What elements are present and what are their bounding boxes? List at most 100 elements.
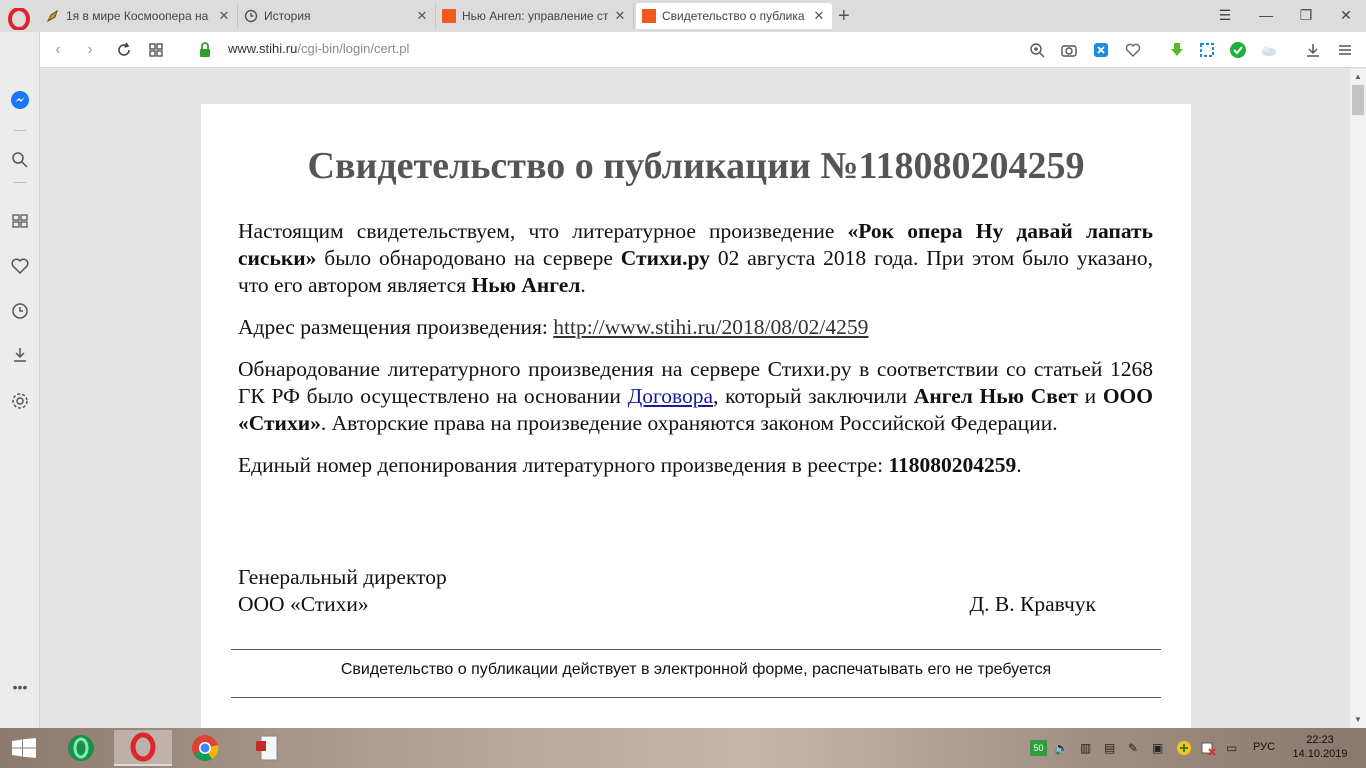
- speed-dial-icon[interactable]: [10, 211, 30, 231]
- paragraph-contract: Обнародование литературного произведения…: [238, 356, 1153, 437]
- minimize-icon[interactable]: —: [1251, 4, 1281, 26]
- author-name: Нью Ангел: [471, 273, 581, 297]
- contract-link[interactable]: Договора: [628, 384, 714, 408]
- registry-number: 118080204259: [888, 453, 1017, 477]
- url-host: www.stihi.ru: [228, 41, 298, 56]
- system-clock[interactable]: 22:23 14.10.2019: [1290, 733, 1350, 761]
- stihi-favicon-icon: [642, 9, 656, 23]
- tab-3[interactable]: Нью Ангел: управление ст ✕: [436, 3, 634, 29]
- opera-gx-icon: [68, 735, 94, 761]
- tab-title: История: [264, 9, 311, 23]
- devices-icon[interactable]: ▣: [1152, 740, 1168, 756]
- camera-icon[interactable]: [1060, 41, 1078, 59]
- action-center-icon[interactable]: ▭: [1226, 740, 1242, 756]
- tray-app-icon[interactable]: [1176, 740, 1192, 756]
- address-label: Адрес размещения произведения:: [238, 315, 554, 339]
- close-tab-icon[interactable]: ✕: [812, 8, 826, 24]
- stihi-favicon-icon: [442, 9, 456, 23]
- volume-icon[interactable]: 🔈: [1054, 740, 1070, 756]
- paragraph-address: Адрес размещения произведения: http://ww…: [238, 314, 1153, 341]
- scroll-down-icon[interactable]: ▼: [1350, 712, 1366, 728]
- taskbar-app-chrome[interactable]: [176, 730, 234, 766]
- tab-4-active[interactable]: Свидетельство о публика ✕: [636, 3, 832, 29]
- chrome-icon: [192, 735, 219, 761]
- settings-icon[interactable]: [10, 391, 30, 411]
- downloads-icon[interactable]: [10, 345, 30, 365]
- clock-favicon-icon: [244, 9, 258, 23]
- text: Настоящим свидетельствуем, что литератур…: [238, 219, 848, 243]
- back-icon[interactable]: ‹: [48, 40, 68, 60]
- pen-icon[interactable]: ✎: [1128, 740, 1144, 756]
- forward-icon[interactable]: ›: [80, 40, 100, 60]
- tab-strip: 1я в мире Космоопера на ✕ История ✕ Нью …: [0, 0, 1366, 32]
- tray-alert-icon[interactable]: [1200, 740, 1216, 756]
- check-icon[interactable]: [1229, 41, 1247, 59]
- lock-icon[interactable]: [198, 41, 212, 59]
- close-tab-icon[interactable]: ✕: [613, 8, 627, 24]
- close-window-icon[interactable]: ✕: [1331, 4, 1361, 26]
- sidebar-separator: [14, 182, 26, 183]
- text: . Авторские права на произведение охраня…: [320, 411, 1058, 435]
- weather-icon[interactable]: [1260, 41, 1278, 59]
- history-icon[interactable]: [10, 301, 30, 321]
- opera-logo-icon[interactable]: [8, 8, 30, 30]
- signatory-name: Д. В. Кравчук: [969, 592, 1096, 616]
- network-icon[interactable]: ▥: [1080, 740, 1096, 756]
- text: .: [580, 273, 586, 297]
- signatory-role: Генеральный директор: [238, 565, 447, 589]
- text: .: [1016, 453, 1022, 477]
- clock-date: 14.10.2019: [1292, 748, 1348, 760]
- download-ext-icon[interactable]: [1168, 41, 1186, 59]
- party-author: Ангел Нью Свет: [913, 384, 1078, 408]
- search-icon[interactable]: [10, 150, 30, 170]
- new-tab-icon[interactable]: +: [838, 5, 850, 28]
- messenger-icon[interactable]: [10, 90, 30, 110]
- certificate-body: Настоящим свидетельствуем, что литератур…: [238, 218, 1153, 494]
- divider-top: [231, 649, 1161, 650]
- sidebar-separator: [14, 130, 26, 131]
- display-icon[interactable]: ▤: [1104, 740, 1120, 756]
- heart-icon[interactable]: [10, 256, 30, 276]
- tab-1[interactable]: 1я в мире Космоопера на ✕: [40, 3, 238, 29]
- tray-battery-badge[interactable]: 50: [1030, 740, 1047, 756]
- paragraph-publication: Настоящим свидетельствуем, что литератур…: [238, 218, 1153, 299]
- downloads-icon[interactable]: [1304, 41, 1322, 59]
- work-link[interactable]: http://www.stihi.ru/2018/08/02/4259: [553, 315, 868, 339]
- close-tab-icon[interactable]: ✕: [217, 8, 231, 24]
- tab-menu-icon[interactable]: ☰: [1210, 4, 1240, 26]
- address-bar: ‹ › www.stihi.ru/cgi-bin/login/cert.pl: [40, 32, 1366, 68]
- certificate-title: Свидетельство о публикации №118080204259: [307, 145, 1085, 187]
- url-path: /cgi-bin/login/cert.pl: [297, 41, 410, 56]
- scroll-thumb[interactable]: [1352, 85, 1364, 115]
- close-tab-icon[interactable]: ✕: [415, 8, 429, 24]
- url-field[interactable]: www.stihi.ru/cgi-bin/login/cert.pl: [228, 41, 409, 56]
- windows-start-icon[interactable]: [11, 738, 37, 758]
- scroll-up-icon[interactable]: ▲: [1350, 69, 1366, 85]
- crop-icon[interactable]: [1198, 41, 1216, 59]
- speed-dial-icon[interactable]: [146, 40, 166, 60]
- tab-title: Свидетельство о публика: [662, 9, 805, 23]
- page-viewport: Свидетельство о публикации №118080204259…: [41, 69, 1350, 728]
- signature-block: Генеральный директор ООО «Стихи» Д. В. К…: [238, 564, 1153, 618]
- restore-icon[interactable]: ❐: [1291, 4, 1321, 26]
- menu-icon[interactable]: [1336, 41, 1354, 59]
- heart-icon[interactable]: [1124, 41, 1142, 59]
- taskbar: 50 🔈 ▥ ▤ ✎ ▣ ▭ РУС 22:23 14.10.2019: [0, 728, 1366, 768]
- text: было обнародовано на сервере: [316, 246, 621, 270]
- taskbar-app-opera[interactable]: [114, 730, 172, 766]
- registry-label: Единый номер депонирования литературного…: [238, 453, 889, 477]
- tab-2[interactable]: История ✕: [238, 3, 436, 29]
- divider-bottom: [231, 697, 1161, 698]
- taskbar-app-opera-gx[interactable]: [52, 730, 110, 766]
- tab-title: Нью Ангел: управление ст: [462, 9, 609, 23]
- taskbar-app-document[interactable]: [238, 730, 296, 766]
- text: , который заключили: [713, 384, 914, 408]
- document-app-icon: [256, 735, 278, 761]
- vertical-scrollbar[interactable]: ▲ ▼: [1350, 69, 1366, 728]
- zoom-icon[interactable]: [1028, 41, 1046, 59]
- sidebar: •••: [0, 32, 40, 728]
- language-indicator[interactable]: РУС: [1253, 741, 1275, 753]
- reload-icon[interactable]: [114, 40, 134, 60]
- more-icon[interactable]: •••: [10, 677, 30, 697]
- shield-icon[interactable]: [1092, 41, 1110, 59]
